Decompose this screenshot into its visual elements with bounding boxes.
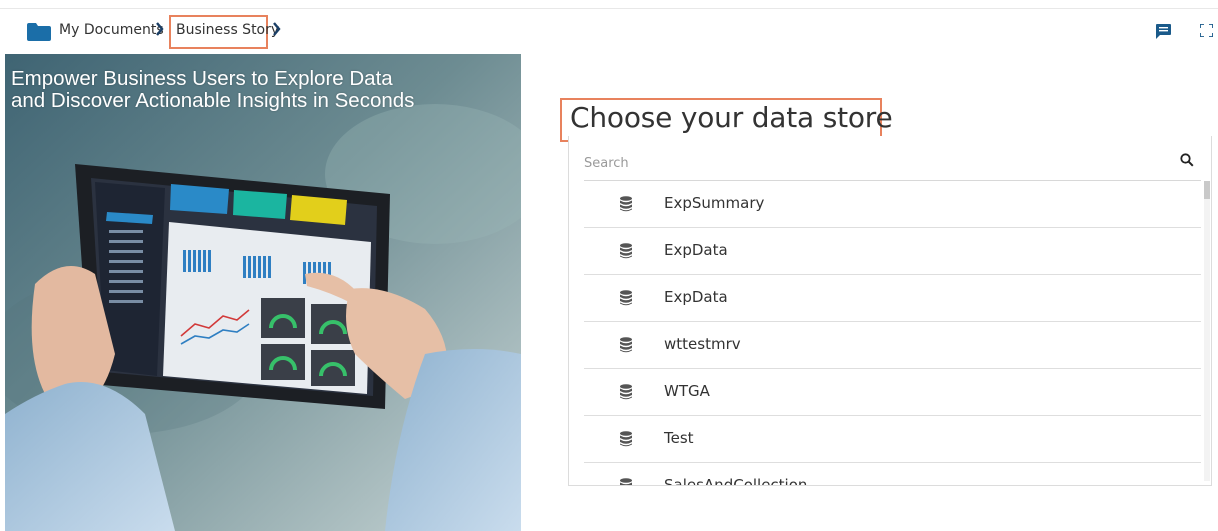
tablet-illustration bbox=[5, 54, 521, 531]
breadcrumb-business-story[interactable]: Business Story bbox=[176, 22, 279, 38]
database-icon bbox=[620, 431, 632, 447]
database-icon bbox=[620, 290, 632, 306]
database-icon bbox=[620, 384, 632, 400]
datastore-name: ExpSummary bbox=[664, 194, 765, 212]
datastore-name: ExpData bbox=[664, 288, 728, 306]
breadcrumb-my-documents[interactable]: My Documents bbox=[59, 22, 164, 38]
database-icon bbox=[620, 196, 632, 212]
list-item[interactable]: wttestmrv bbox=[584, 322, 1201, 369]
datastore-name: ExpData bbox=[664, 241, 728, 259]
datastore-list: ExpSummary ExpData ExpData wttestmrv WTG… bbox=[584, 181, 1201, 486]
expand-icon[interactable] bbox=[1200, 24, 1213, 37]
top-bar: My Documents Business Story bbox=[0, 0, 1218, 60]
scrollbar-thumb[interactable] bbox=[1204, 181, 1210, 199]
comment-icon[interactable] bbox=[1156, 24, 1171, 39]
top-divider bbox=[0, 8, 1218, 9]
hero-title: Empower Business Users to Explore Data a… bbox=[11, 68, 414, 112]
list-item[interactable]: ExpSummary bbox=[584, 181, 1201, 228]
list-item[interactable]: WTGA bbox=[584, 369, 1201, 416]
datastore-name: wttestmrv bbox=[664, 335, 741, 353]
chevron-right-icon bbox=[156, 22, 164, 36]
hero-title-line-1: Empower Business Users to Explore Data bbox=[11, 67, 393, 90]
list-item[interactable]: ExpData bbox=[584, 228, 1201, 275]
folder-icon bbox=[27, 23, 51, 41]
chevron-right-icon bbox=[273, 22, 281, 36]
database-icon bbox=[620, 337, 632, 353]
hero-image: Empower Business Users to Explore Data a… bbox=[5, 54, 521, 531]
search-icon[interactable] bbox=[1180, 153, 1194, 167]
page-title: Choose your data store bbox=[570, 101, 893, 134]
search-bar bbox=[584, 144, 1201, 181]
scrollbar[interactable] bbox=[1204, 181, 1210, 481]
list-item[interactable]: Test bbox=[584, 416, 1201, 463]
datastore-name: SalesAndCollection bbox=[664, 476, 808, 486]
list-item[interactable]: ExpData bbox=[584, 275, 1201, 322]
datastore-panel: ExpSummary ExpData ExpData bbox=[568, 136, 1212, 486]
search-input[interactable] bbox=[584, 154, 1154, 172]
hero-title-line-2: and Discover Actionable Insights in Seco… bbox=[11, 89, 415, 112]
database-icon bbox=[620, 478, 632, 485]
datastore-name: Test bbox=[664, 429, 694, 447]
datastore-name: WTGA bbox=[664, 382, 710, 400]
database-icon bbox=[620, 243, 632, 259]
list-item[interactable]: SalesAndCollection bbox=[584, 463, 1201, 486]
